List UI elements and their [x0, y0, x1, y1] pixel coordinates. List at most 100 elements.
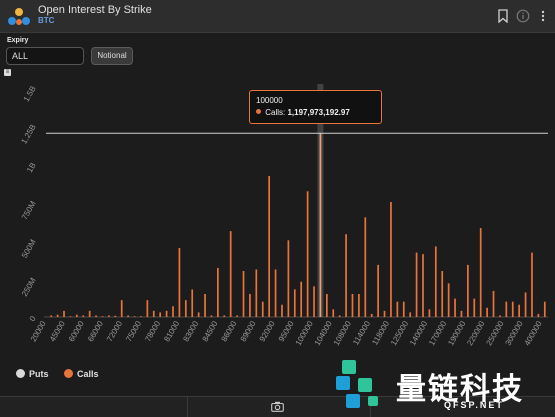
- y-tick-label: 1.25B: [19, 123, 37, 146]
- calls-bar[interactable]: [82, 315, 85, 317]
- more-vertical-icon[interactable]: [536, 9, 550, 23]
- calls-bar[interactable]: [358, 294, 360, 317]
- calls-bar[interactable]: [300, 281, 303, 317]
- expiry-select[interactable]: ALL: [6, 47, 84, 65]
- x-tick-label: 86000: [220, 319, 239, 343]
- calls-bar[interactable]: [473, 298, 476, 317]
- calls-bar[interactable]: [120, 300, 123, 317]
- calls-bar[interactable]: [434, 246, 437, 317]
- calls-bar[interactable]: [415, 252, 418, 317]
- y-tick-label: 0: [28, 314, 38, 323]
- calls-bar[interactable]: [108, 315, 110, 317]
- calls-bar[interactable]: [63, 310, 65, 317]
- calls-bar[interactable]: [249, 294, 251, 317]
- calls-bar[interactable]: [101, 316, 104, 318]
- calls-bar[interactable]: [165, 310, 168, 317]
- calls-bar[interactable]: [377, 264, 379, 317]
- calls-bar[interactable]: [191, 289, 194, 317]
- calls-bar[interactable]: [236, 315, 238, 317]
- calls-bar[interactable]: [178, 248, 181, 317]
- calls-bar[interactable]: [543, 301, 546, 317]
- puts-dot-icon: [16, 369, 25, 378]
- calls-bar[interactable]: [281, 304, 283, 317]
- calls-bar[interactable]: [140, 316, 142, 318]
- calls-bar[interactable]: [127, 315, 129, 317]
- legend-calls-label: Calls: [77, 369, 99, 379]
- notional-button[interactable]: Notional: [91, 47, 133, 65]
- calls-bar[interactable]: [56, 314, 59, 317]
- calls-bar[interactable]: [223, 315, 226, 317]
- calls-bar[interactable]: [261, 301, 264, 317]
- calls-dot-icon: [256, 109, 261, 114]
- x-tick-label: 60000: [67, 319, 86, 343]
- calls-bar[interactable]: [159, 312, 162, 317]
- calls-bar[interactable]: [402, 301, 405, 317]
- panel-subtitle: BTC: [38, 16, 55, 25]
- legend-item-puts[interactable]: Puts: [16, 369, 49, 379]
- calls-bar[interactable]: [364, 217, 367, 317]
- calls-bar[interactable]: [486, 307, 488, 317]
- calls-bar[interactable]: [479, 228, 482, 317]
- calls-bar[interactable]: [345, 234, 347, 317]
- calls-bar[interactable]: [197, 312, 200, 317]
- calls-bar[interactable]: [274, 269, 277, 317]
- calls-bar[interactable]: [467, 264, 469, 317]
- calls-bar[interactable]: [69, 316, 72, 318]
- calls-bar[interactable]: [338, 315, 341, 317]
- calls-bar[interactable]: [390, 202, 392, 317]
- x-tick-label: 95000: [277, 319, 296, 343]
- calls-bar[interactable]: [447, 283, 450, 317]
- calls-bar[interactable]: [114, 315, 117, 317]
- calls-bar[interactable]: [454, 298, 456, 317]
- calls-bar[interactable]: [229, 231, 232, 317]
- calls-bar[interactable]: [492, 290, 495, 317]
- calls-bar[interactable]: [409, 312, 412, 317]
- calls-bar[interactable]: [537, 313, 540, 317]
- calls-bar[interactable]: [133, 316, 136, 318]
- bookmark-icon[interactable]: [496, 9, 510, 23]
- x-tick-label: 400000: [523, 319, 544, 347]
- calls-bar[interactable]: [95, 315, 97, 317]
- calls-bar[interactable]: [75, 314, 78, 317]
- calls-bar[interactable]: [306, 191, 309, 317]
- calls-bar[interactable]: [293, 289, 296, 317]
- calls-bar[interactable]: [505, 301, 508, 317]
- calls-bar[interactable]: [313, 286, 315, 317]
- calls-bar[interactable]: [518, 304, 521, 317]
- calls-bar[interactable]: [242, 271, 245, 317]
- calls-bar[interactable]: [524, 292, 527, 317]
- calls-bar[interactable]: [396, 301, 399, 317]
- calls-bar[interactable]: [499, 315, 501, 317]
- legend-item-calls[interactable]: Calls: [64, 369, 99, 379]
- calls-bar[interactable]: [184, 300, 187, 317]
- x-tick-label: 92000: [258, 319, 277, 343]
- calls-bar[interactable]: [351, 294, 354, 317]
- footer-divider: [187, 397, 188, 417]
- calls-bar[interactable]: [511, 301, 514, 317]
- calls-bar[interactable]: [88, 310, 91, 317]
- calls-bar[interactable]: [370, 313, 373, 317]
- camera-icon[interactable]: [271, 401, 284, 412]
- calls-bar[interactable]: [217, 267, 219, 317]
- calls-bar[interactable]: [172, 306, 174, 317]
- calls-bar[interactable]: [204, 294, 206, 317]
- calls-bar[interactable]: [268, 175, 271, 317]
- calls-bar[interactable]: [325, 294, 328, 317]
- calls-bar[interactable]: [210, 315, 213, 317]
- calls-bar[interactable]: [428, 309, 431, 317]
- calls-bar[interactable]: [332, 309, 335, 317]
- calls-bar[interactable]: [146, 300, 149, 317]
- calls-bar[interactable]: [287, 240, 290, 317]
- info-icon[interactable]: [516, 9, 530, 23]
- calls-bar[interactable]: [422, 254, 424, 317]
- watermark-subtext: QFSP.NET: [444, 400, 504, 410]
- calls-bar[interactable]: [383, 310, 386, 317]
- calls-bar[interactable]: [319, 133, 322, 317]
- calls-bar[interactable]: [50, 315, 53, 317]
- calls-bar[interactable]: [152, 310, 155, 317]
- calls-bar[interactable]: [531, 252, 533, 317]
- calls-bar[interactable]: [255, 269, 258, 317]
- calls-bar[interactable]: [460, 310, 463, 317]
- app-logo-icon: [8, 8, 30, 25]
- calls-bar[interactable]: [441, 271, 444, 317]
